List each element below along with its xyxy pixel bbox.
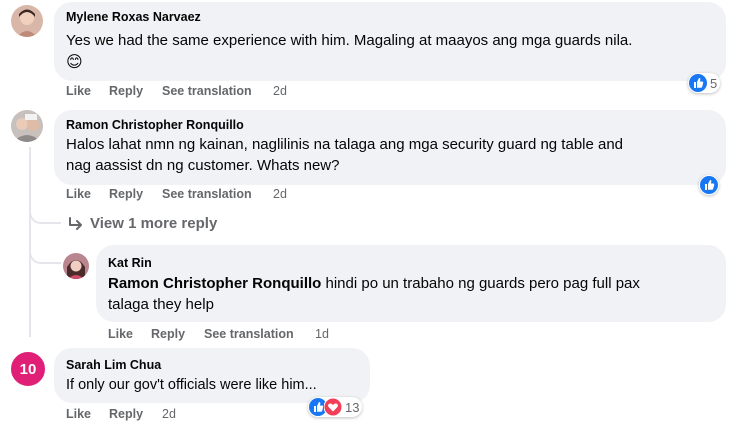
reply-actions: Like Reply See translation 1d bbox=[108, 327, 408, 343]
reaction-count: 5 bbox=[710, 75, 718, 91]
comment-text: If only our gov't officials were like hi… bbox=[66, 377, 317, 393]
thread-connector bbox=[29, 200, 61, 224]
reply-author[interactable]: Kat Rin bbox=[108, 256, 152, 270]
thread-connector bbox=[29, 234, 61, 264]
reply-button[interactable]: Reply bbox=[151, 327, 185, 341]
love-reaction-icon bbox=[324, 398, 342, 416]
mention-link[interactable]: Ramon Christopher Ronquillo bbox=[108, 275, 321, 292]
reply-button[interactable]: Reply bbox=[109, 187, 143, 201]
like-reaction-icon bbox=[689, 74, 707, 92]
see-translation-button[interactable]: See translation bbox=[162, 84, 252, 98]
comment-text-line: nag aassist dn ng customer. Whats new? bbox=[66, 157, 340, 174]
avatar[interactable] bbox=[63, 253, 89, 279]
top-fan-badge-avatar[interactable]: 10 bbox=[11, 352, 45, 386]
emoji: 😊 bbox=[66, 54, 83, 71]
avatar[interactable] bbox=[11, 5, 43, 37]
see-translation-button[interactable]: See translation bbox=[204, 327, 294, 341]
comment-author[interactable]: Ramon Christopher Ronquillo bbox=[66, 118, 244, 132]
comment-text-line: Halos lahat nmn ng kainan, naglilinis na… bbox=[66, 136, 624, 153]
like-button[interactable]: Like bbox=[108, 327, 133, 341]
timestamp[interactable]: 2d bbox=[273, 187, 287, 201]
comment-author[interactable]: Sarah Lim Chua bbox=[66, 358, 161, 372]
avatar-badge: 10 bbox=[19, 360, 37, 378]
view-more-replies-button[interactable]: View 1 more reply bbox=[68, 215, 217, 232]
timestamp[interactable]: 2d bbox=[273, 84, 287, 98]
avatar[interactable] bbox=[11, 110, 43, 142]
like-reaction-icon bbox=[700, 176, 718, 194]
reply-button[interactable]: Reply bbox=[109, 84, 143, 98]
comment-actions: Like Reply See translation 2d bbox=[66, 187, 366, 203]
like-button[interactable]: Like bbox=[66, 84, 91, 98]
like-button[interactable]: Like bbox=[66, 187, 91, 201]
reaction-summary[interactable]: 13 bbox=[308, 397, 363, 417]
comment-author[interactable]: Mylene Roxas Narvaez bbox=[66, 10, 201, 24]
reply-arrow-icon bbox=[69, 216, 82, 230]
reply-text-line: Ramon Christopher Ronquillo hindi po un … bbox=[108, 273, 640, 294]
reply-button[interactable]: Reply bbox=[109, 407, 143, 421]
comment-actions: Like Reply 2d bbox=[66, 407, 266, 423]
reply-text: hindi po un trabaho ng guards pero pag f… bbox=[321, 275, 640, 292]
timestamp[interactable]: 2d bbox=[162, 407, 176, 421]
see-translation-button[interactable]: See translation bbox=[162, 187, 252, 201]
comment-actions: Like Reply See translation 2d bbox=[66, 84, 366, 100]
reaction-summary[interactable] bbox=[699, 175, 719, 195]
timestamp[interactable]: 1d bbox=[315, 327, 329, 341]
reaction-count: 13 bbox=[345, 399, 360, 415]
like-button[interactable]: Like bbox=[66, 407, 91, 421]
reply-text-line: talaga they help bbox=[108, 296, 214, 313]
comment-text: Yes we had the same experience with him.… bbox=[66, 32, 633, 49]
view-more-label: View 1 more reply bbox=[90, 215, 218, 232]
reaction-summary[interactable]: 5 bbox=[688, 73, 721, 93]
